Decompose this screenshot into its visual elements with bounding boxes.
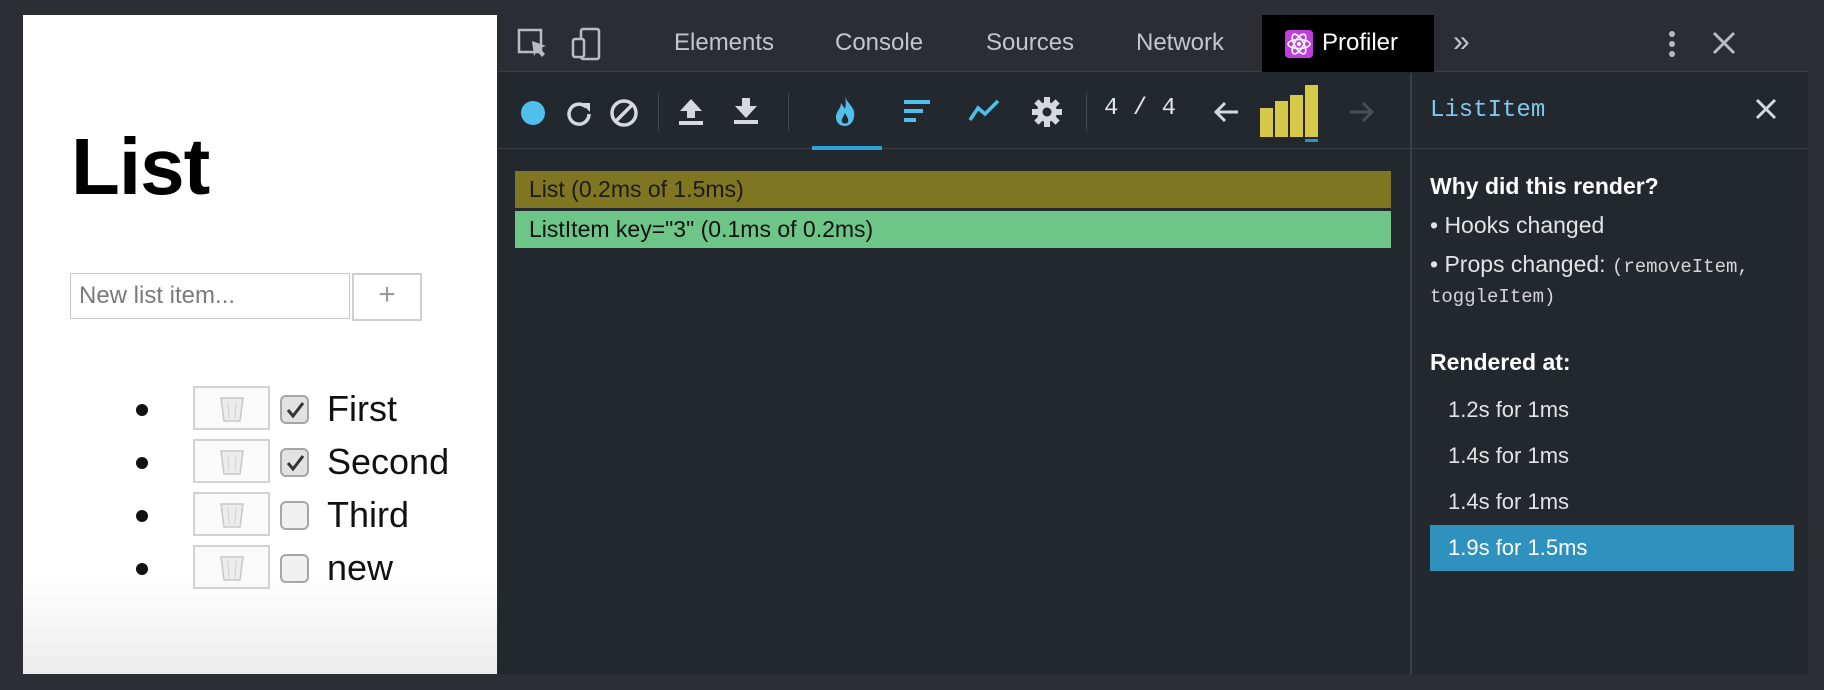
render-entry[interactable]: 1.4s for 1ms — [1430, 433, 1794, 479]
item-checkbox[interactable] — [280, 554, 309, 583]
bullet — [136, 510, 148, 522]
component-sidebar: ListItem Why did this render? • Hooks ch… — [1412, 73, 1808, 674]
close-sidebar-icon[interactable] — [1752, 95, 1780, 128]
props-changed-list-cont: toggleItem) — [1430, 286, 1556, 308]
bullet — [136, 404, 148, 416]
timeline-icon[interactable] — [968, 98, 1002, 129]
hooks-changed-text: • Hooks changed — [1430, 212, 1605, 238]
close-devtools-icon[interactable] — [1710, 29, 1738, 62]
props-changed-text: • Props changed: (removeItem, — [1430, 251, 1749, 278]
commit-bar[interactable] — [1290, 95, 1303, 137]
tab-profiler[interactable]: Profiler — [1262, 15, 1434, 72]
item-checkbox[interactable] — [280, 448, 309, 477]
toolbar-divider — [788, 93, 789, 131]
selected-component-name: ListItem — [1430, 97, 1546, 124]
active-view-indicator — [812, 146, 882, 150]
why-render-heading: Why did this render? — [1430, 173, 1659, 199]
bullet — [136, 563, 148, 575]
device-toggle-icon[interactable] — [570, 27, 604, 66]
flamegraph-icon[interactable] — [832, 95, 858, 132]
commit-bar[interactable] — [1275, 101, 1288, 137]
render-entry-selected[interactable]: 1.9s for 1.5ms — [1430, 525, 1794, 571]
upload-icon[interactable] — [676, 97, 706, 132]
checkmark-icon — [286, 402, 305, 419]
remove-item-button[interactable] — [193, 439, 270, 483]
flame-node-listitem[interactable]: ListItem key="3" (0.1ms of 0.2ms) — [515, 211, 1391, 248]
tab-network[interactable]: Network — [1136, 29, 1224, 57]
trash-icon — [220, 450, 244, 475]
ranked-icon[interactable] — [902, 98, 932, 129]
tab-sources[interactable]: Sources — [986, 29, 1074, 57]
devtools-tabbar: Elements Console Sources Network Profile… — [498, 15, 1808, 72]
devtools-panel: Elements Console Sources Network Profile… — [498, 15, 1808, 674]
inspect-element-icon[interactable] — [516, 27, 550, 66]
item-label: Second — [327, 441, 450, 482]
trash-icon — [220, 503, 244, 528]
react-icon — [1285, 30, 1313, 58]
item-checkbox[interactable] — [280, 501, 309, 530]
download-icon[interactable] — [731, 96, 761, 131]
next-commit-icon[interactable] — [1348, 99, 1376, 130]
new-item-input[interactable] — [70, 273, 350, 319]
app-panel: List + First Second — [23, 15, 497, 674]
more-vert-icon[interactable] — [1666, 27, 1678, 66]
toolbar-divider — [658, 93, 659, 131]
commit-bar[interactable] — [1260, 108, 1273, 137]
remove-item-button[interactable] — [193, 492, 270, 536]
bullet — [136, 457, 148, 469]
item-label: Third — [327, 494, 410, 535]
toolbar-divider — [1086, 93, 1087, 131]
remove-item-button[interactable] — [193, 545, 270, 589]
rendered-at-heading: Rendered at: — [1430, 349, 1571, 375]
commit-bar[interactable] — [1305, 85, 1318, 137]
clear-icon[interactable] — [608, 97, 640, 134]
settings-icon[interactable] — [1031, 96, 1063, 133]
item-label: First — [327, 388, 397, 429]
checkmark-icon — [286, 455, 305, 472]
tab-console[interactable]: Console — [835, 29, 923, 57]
flame-node-list[interactable]: List (0.2ms of 1.5ms) — [515, 171, 1391, 208]
render-entry[interactable]: 1.4s for 1ms — [1430, 479, 1794, 525]
profiler-toolbar: 4 / 4 — [498, 73, 1410, 150]
page-title: List — [71, 122, 210, 211]
tab-elements[interactable]: Elements — [674, 29, 774, 57]
add-item-button[interactable]: + — [352, 273, 422, 321]
trash-icon — [220, 556, 244, 581]
prev-commit-icon[interactable] — [1212, 99, 1240, 130]
selected-commit-indicator — [1305, 139, 1318, 142]
trash-icon — [220, 397, 244, 422]
reload-icon[interactable] — [564, 98, 594, 133]
more-tabs-icon[interactable]: » — [1453, 25, 1470, 59]
item-label: new — [327, 547, 394, 588]
tab-profiler-label: Profiler — [1322, 29, 1399, 56]
props-changed-label: • Props changed: — [1430, 251, 1606, 277]
sidebar-header: ListItem — [1412, 73, 1808, 149]
record-icon[interactable] — [520, 100, 546, 131]
props-changed-list: (removeItem, — [1611, 256, 1749, 278]
remove-item-button[interactable] — [193, 386, 270, 430]
item-checkbox[interactable] — [280, 395, 309, 424]
commit-counter: 4 / 4 — [1104, 95, 1177, 122]
render-entry[interactable]: 1.2s for 1ms — [1430, 387, 1794, 433]
commit-chart[interactable] — [1260, 85, 1328, 142]
